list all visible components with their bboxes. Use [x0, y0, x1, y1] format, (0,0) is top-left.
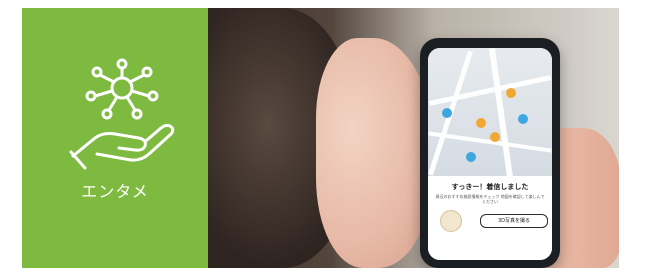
notification-sheet: すっきー！着信しました 周辺のおすすめ施設情報をチェック 地図を確認して楽しんで…	[428, 176, 552, 260]
hero-image: エンタメ すっきー！着信しました 周辺のおすすめ施設情報をチェック 地図を確認し…	[22, 8, 619, 268]
sheet-title: すっきー！着信しました	[451, 183, 529, 191]
hand-network-icon	[69, 58, 175, 170]
map-road	[428, 75, 552, 106]
photo-woman-with-phone: すっきー！着信しました 周辺のおすすめ施設情報をチェック 地図を確認して楽しんで…	[208, 8, 619, 268]
category-label: エンタメ	[81, 182, 149, 201]
ar-photo-button[interactable]: 3D写真を撮る	[480, 214, 548, 228]
sheet-subtitle: 周辺のおすすめ施設情報をチェック 地図を確認して楽しんでください	[435, 194, 545, 204]
map-pin[interactable]	[506, 88, 516, 98]
phone-map	[428, 48, 552, 178]
map-pin[interactable]	[490, 132, 500, 142]
category-panel: エンタメ	[22, 8, 208, 268]
map-pin[interactable]	[518, 114, 528, 124]
map-pin[interactable]	[476, 118, 486, 128]
person-face	[316, 38, 436, 268]
character-avatar	[440, 210, 462, 232]
phone-screen: すっきー！着信しました 周辺のおすすめ施設情報をチェック 地図を確認して楽しんで…	[428, 48, 552, 260]
smartphone: すっきー！着信しました 周辺のおすすめ施設情報をチェック 地図を確認して楽しんで…	[420, 38, 560, 268]
map-pin[interactable]	[442, 108, 452, 118]
map-pin[interactable]	[466, 152, 476, 162]
map-road	[488, 48, 514, 178]
